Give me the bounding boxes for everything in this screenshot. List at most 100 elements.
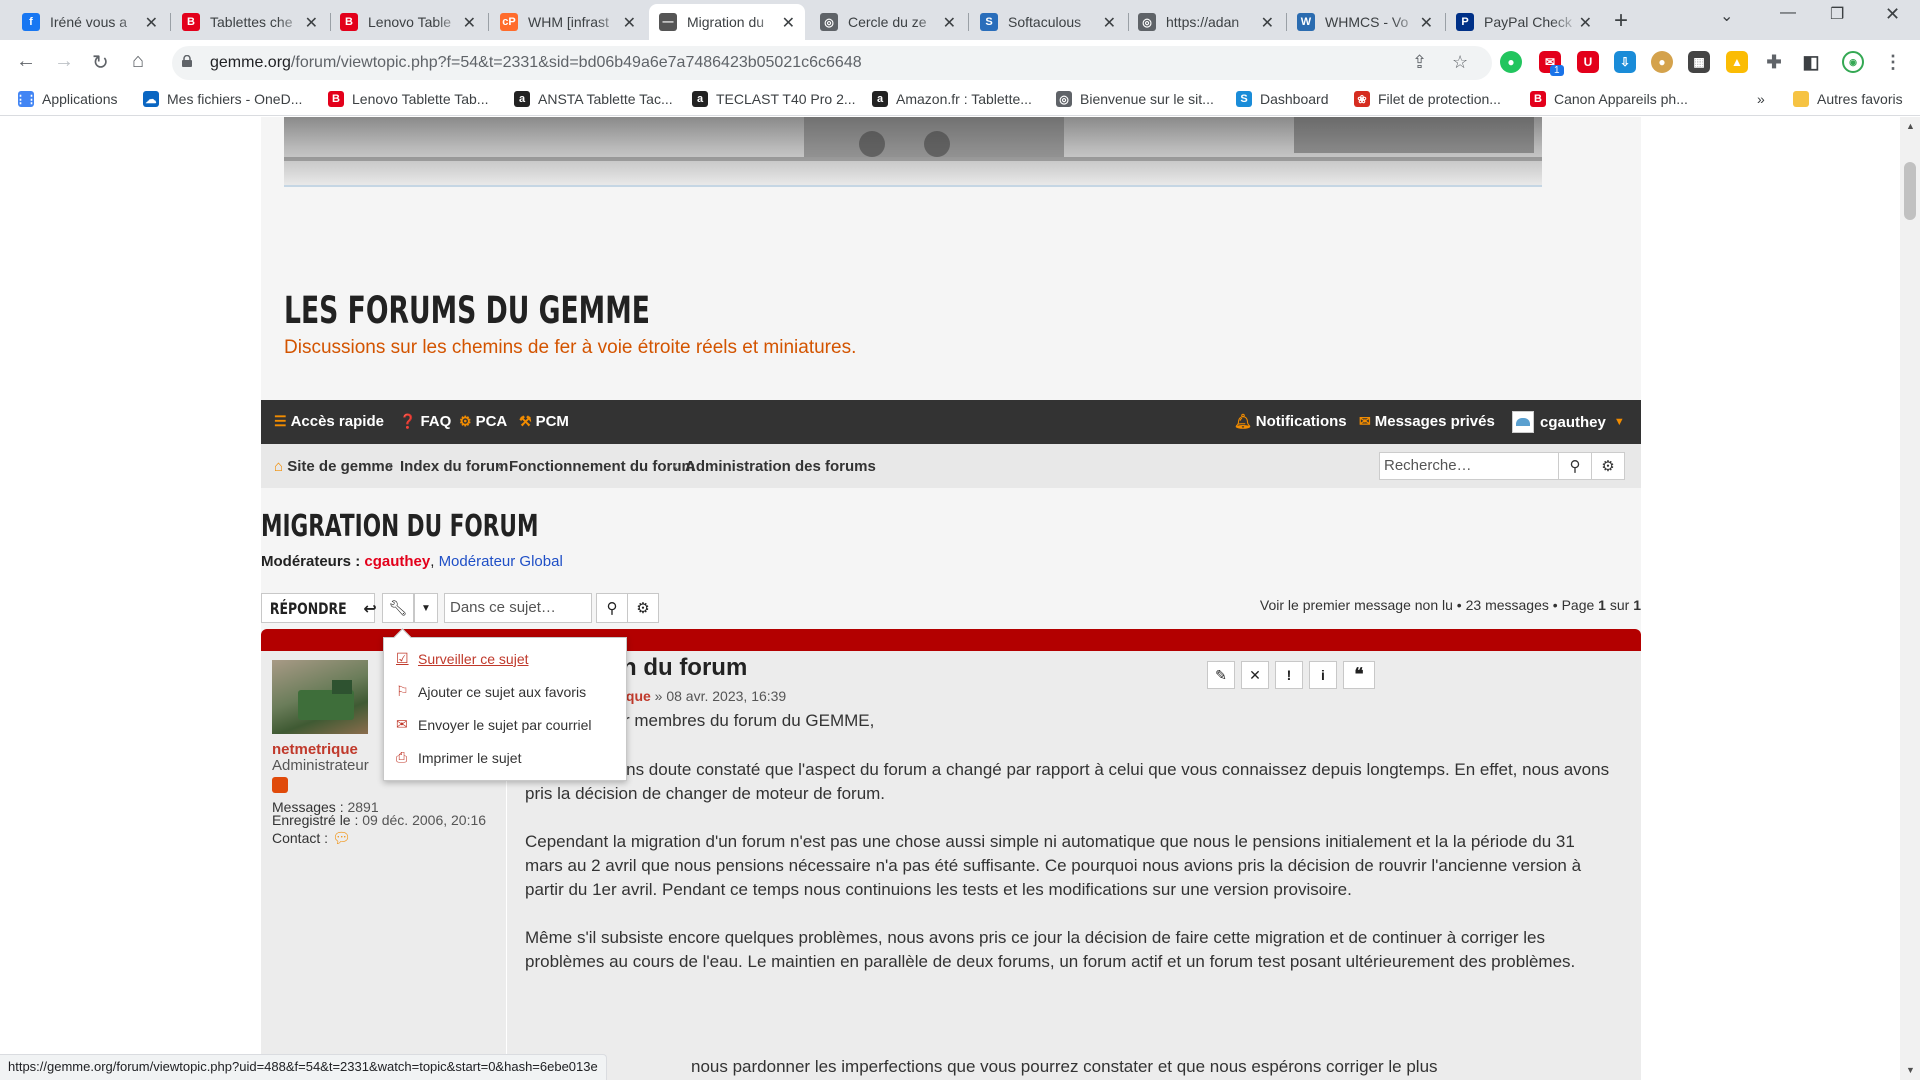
- topic-search-input[interactable]: Dans ce sujet…: [444, 593, 592, 623]
- topic-tools-dropdown-toggle[interactable]: ▼: [414, 593, 438, 623]
- forward-icon[interactable]: →: [54, 50, 74, 73]
- other-bookmarks[interactable]: Autres favoris: [1793, 91, 1903, 107]
- extension-cookie-icon[interactable]: ●: [1651, 51, 1673, 73]
- site-title[interactable]: LES FORUMS DU GEMME: [284, 289, 650, 332]
- close-window-icon[interactable]: ✕: [1885, 4, 1900, 25]
- back-icon[interactable]: ←: [16, 50, 36, 73]
- browser-tab[interactable]: B Tablettes che ✕: [172, 4, 328, 40]
- tab-search-icon[interactable]: ⌄: [1720, 6, 1733, 26]
- topic-title[interactable]: MIGRATION DU FORUM: [261, 509, 538, 544]
- bookmark-item[interactable]: B Lenovo Tablette Tab...: [328, 91, 488, 107]
- close-tab-icon[interactable]: ✕: [1261, 13, 1274, 33]
- forum-search-input[interactable]: Recherche…: [1379, 452, 1559, 480]
- close-tab-icon[interactable]: ✕: [1103, 13, 1116, 33]
- bookmark-item[interactable]: ☁ Mes fichiers - OneD...: [143, 91, 302, 107]
- crumb-fonctionnement[interactable]: Fonctionnement du forum: [509, 458, 695, 475]
- extension-shield-icon[interactable]: U: [1577, 51, 1599, 73]
- browser-tab[interactable]: S Softaculous ✕: [970, 4, 1126, 40]
- quick-access-menu[interactable]: ☰ Accès rapide: [274, 413, 384, 430]
- rank-badge-icon: [272, 777, 288, 793]
- browser-tab[interactable]: B Lenovo Table ✕: [330, 4, 486, 40]
- menu-item-bookmark-topic[interactable]: ⚐ Ajouter ce sujet aux favoris: [396, 683, 586, 700]
- close-tab-icon[interactable]: ✕: [1579, 13, 1592, 33]
- bookmark-item[interactable]: S Dashboard: [1236, 91, 1329, 107]
- reload-icon[interactable]: ↻: [92, 50, 109, 75]
- first-unread-link[interactable]: Voir le premier message non lu: [1260, 597, 1453, 613]
- crumb-forum-index[interactable]: Index du forum: [400, 458, 508, 475]
- post-author-name[interactable]: netmetrique: [272, 741, 358, 758]
- close-tab-icon[interactable]: ✕: [145, 13, 158, 33]
- quote-icon[interactable]: ❝: [1343, 661, 1375, 689]
- topic-search-button[interactable]: ⚲: [596, 593, 628, 623]
- browser-tab[interactable]: — Migration du ✕: [649, 4, 805, 40]
- topic-advanced-search-button[interactable]: ⚙: [627, 593, 659, 623]
- close-tab-icon[interactable]: ✕: [1420, 13, 1433, 33]
- close-tab-icon[interactable]: ✕: [782, 13, 795, 33]
- minimize-icon[interactable]: —: [1780, 4, 1796, 22]
- extensions-puzzle-icon[interactable]: ✚: [1763, 51, 1785, 73]
- info-icon[interactable]: i: [1309, 661, 1337, 689]
- scroll-up-icon[interactable]: ▲: [1906, 121, 1915, 131]
- extension-green-icon[interactable]: ●: [1500, 51, 1522, 73]
- reply-button[interactable]: RÉPONDRE ↩: [261, 593, 377, 623]
- crumb-administration[interactable]: Administration des forums: [685, 458, 876, 475]
- browser-menu-icon[interactable]: ⋮: [1882, 51, 1904, 73]
- close-tab-icon[interactable]: ✕: [305, 13, 318, 33]
- user-avatar: [1512, 411, 1534, 433]
- bookmark-item[interactable]: ❀ Filet de protection...: [1354, 91, 1501, 107]
- profile-avatar-icon[interactable]: ◉: [1842, 51, 1864, 73]
- user-avatar-image[interactable]: [272, 660, 368, 734]
- report-exclamation-icon[interactable]: !: [1275, 661, 1303, 689]
- private-messages-link[interactable]: ✉ Messages privés: [1359, 413, 1495, 430]
- advanced-search-icon[interactable]: ⚙: [1591, 452, 1625, 480]
- search-icon[interactable]: ⚲: [1558, 452, 1592, 480]
- close-tab-icon[interactable]: ✕: [623, 13, 636, 33]
- crumb-site[interactable]: ⌂ Site de gemme: [274, 458, 393, 475]
- browser-tab[interactable]: f Iréné vous a ✕: [12, 4, 168, 40]
- bookmark-star-icon[interactable]: ☆: [1452, 52, 1468, 73]
- faq-link[interactable]: ❓ FAQ: [399, 413, 451, 430]
- scroll-down-icon[interactable]: ▼: [1906, 1065, 1915, 1075]
- chat-bubble-icon[interactable]: 💬︎: [332, 830, 351, 847]
- browser-tab[interactable]: W WHMCS - Vo ✕: [1287, 4, 1443, 40]
- extension-qr-icon[interactable]: ▦: [1688, 51, 1710, 73]
- page-scrollbar[interactable]: ▲ ▼: [1900, 117, 1920, 1080]
- browser-tab[interactable]: ◎ Cercle du ze ✕: [810, 4, 966, 40]
- new-tab-button[interactable]: +: [1614, 7, 1628, 35]
- pca-link[interactable]: ⚙ PCA: [459, 413, 507, 430]
- home-icon[interactable]: ⌂: [132, 50, 144, 73]
- menu-item-watch-topic[interactable]: ☑ Surveiller ce sujet: [396, 650, 529, 667]
- reply-arrow-icon: ↩: [363, 598, 377, 618]
- folder-icon: [1793, 91, 1809, 107]
- extension-download-icon[interactable]: ⇩: [1614, 51, 1636, 73]
- address-bar[interactable]: gemme.org/forum/viewtopic.php?f=54&t=233…: [172, 46, 1492, 80]
- side-panel-icon[interactable]: ◧: [1800, 51, 1822, 73]
- more-bookmarks-icon[interactable]: »: [1757, 91, 1765, 107]
- bookmark-item[interactable]: B Canon Appareils ph...: [1530, 91, 1688, 107]
- browser-tab[interactable]: ◎ https://adan ✕: [1128, 4, 1284, 40]
- bookmark-item[interactable]: a TECLAST T40 Pro 2...: [692, 91, 856, 107]
- bookmark-item[interactable]: ◎ Bienvenue sur le sit...: [1056, 91, 1214, 107]
- close-tab-icon[interactable]: ✕: [943, 13, 956, 33]
- google-drive-icon[interactable]: ▲: [1726, 51, 1748, 73]
- share-icon[interactable]: ⇪: [1412, 52, 1427, 73]
- scrollbar-thumb[interactable]: [1904, 162, 1916, 220]
- notifications-link[interactable]: 🔔︎ Notifications: [1234, 413, 1347, 430]
- pcm-link[interactable]: ⚒ PCM: [519, 413, 569, 430]
- browser-tab[interactable]: P PayPal Check ✕: [1446, 4, 1602, 40]
- browser-tab[interactable]: cP WHM [infrast ✕: [490, 4, 646, 40]
- bookmark-item[interactable]: ⋮⋮ Applications: [15, 91, 118, 107]
- user-menu[interactable]: cgauthey ▼: [1512, 411, 1629, 433]
- global-moderator-link[interactable]: Modérateur Global: [439, 553, 563, 570]
- menu-item-email-topic[interactable]: ✉ Envoyer le sujet par courriel: [396, 716, 592, 733]
- moderator-link[interactable]: cgauthey: [364, 553, 430, 570]
- bookmark-item[interactable]: a ANSTA Tablette Tac...: [514, 91, 673, 107]
- close-tab-icon[interactable]: ✕: [463, 13, 476, 33]
- post-title[interactable]: n du forum: [622, 654, 747, 682]
- topic-tools-button[interactable]: 🔧︎: [382, 593, 414, 623]
- menu-item-print-topic[interactable]: ⎙ Imprimer le sujet: [396, 749, 521, 766]
- edit-pencil-icon[interactable]: ✎: [1207, 661, 1235, 689]
- bookmark-item[interactable]: a Amazon.fr : Tablette...: [872, 91, 1032, 107]
- delete-x-icon[interactable]: ✕: [1241, 661, 1269, 689]
- restore-icon[interactable]: ❐: [1830, 4, 1844, 24]
